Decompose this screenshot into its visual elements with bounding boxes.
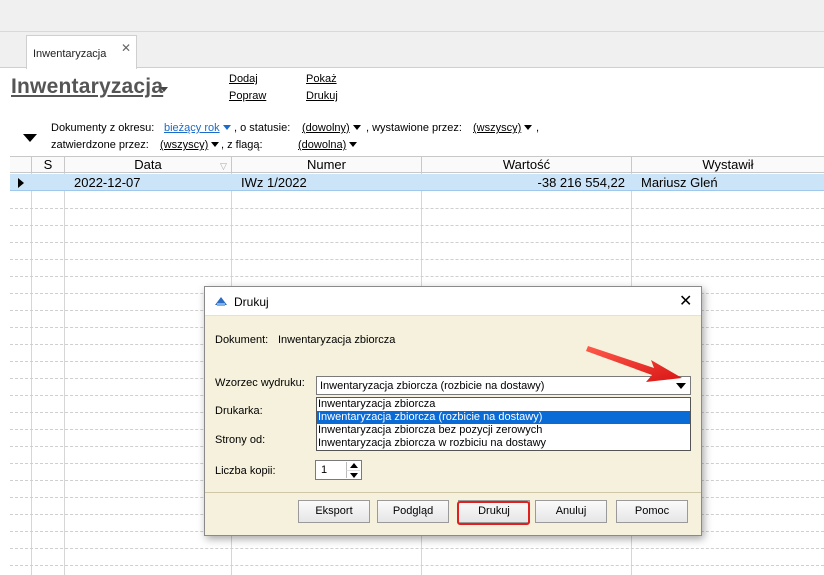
empty-table-row — [10, 566, 824, 575]
tab-inwentaryzacja[interactable]: Inwentaryzacja ✕ — [26, 35, 137, 69]
grid-header: S Data ▽ Numer Wartość Wystawił — [10, 156, 824, 173]
status-dropdown[interactable]: (dowolny) — [302, 122, 361, 134]
annotation-arrow-icon — [586, 346, 682, 382]
approved-label: zatwierdzone przez: — [51, 139, 149, 151]
page-title[interactable]: Inwentaryzacja — [11, 75, 163, 99]
chevron-down-icon — [349, 142, 358, 147]
collapse-filters-icon[interactable] — [23, 134, 37, 142]
issued-dropdown[interactable]: (wszyscy) — [473, 122, 533, 134]
decrement-icon[interactable] — [346, 470, 360, 478]
dialog-title: Drukuj — [234, 295, 269, 309]
empty-table-row — [10, 226, 824, 243]
print-button[interactable]: Drukuj — [458, 500, 530, 523]
copies-stepper[interactable]: 1 — [315, 460, 362, 480]
document-value: Inwentaryzacja zbiorcza — [278, 334, 396, 346]
empty-table-row — [10, 260, 824, 277]
empty-table-row — [10, 549, 824, 566]
app-icon — [215, 297, 227, 306]
column-header-date[interactable]: Data — [64, 157, 231, 173]
cell-number: IWz 1/2022 — [241, 175, 307, 190]
flag-value: (dowolna) — [298, 139, 347, 151]
print-link[interactable]: Drukuj — [306, 90, 338, 102]
chevron-down-icon — [352, 125, 361, 130]
status-value: (dowolny) — [302, 122, 350, 134]
empty-table-row — [10, 192, 824, 209]
column-header-s[interactable]: S — [31, 157, 64, 173]
printer-label: Drukarka: — [215, 405, 263, 417]
edit-link[interactable]: Popraw — [229, 90, 266, 102]
help-button[interactable]: Pomoc — [616, 500, 688, 523]
template-label: Wzorzec wydruku: — [215, 377, 305, 389]
template-selected-value: Inwentaryzacja zbiorcza (rozbicie na dos… — [320, 380, 545, 392]
template-dropdown-list[interactable]: Inwentaryzacja zbiorcza Inwentaryzacja z… — [316, 397, 691, 451]
close-icon[interactable]: ✕ — [679, 291, 692, 311]
filter-comma: , — [536, 122, 540, 134]
chevron-down-icon — [222, 125, 231, 130]
document-label: Dokument: — [215, 334, 269, 346]
flag-dropdown[interactable]: (dowolna) — [298, 139, 358, 151]
template-option[interactable]: Inwentaryzacja zbiorcza — [317, 398, 690, 411]
cell-value: -38 216 554,22 — [537, 175, 625, 190]
column-header-number[interactable]: Numer — [231, 157, 421, 173]
title-dropdown-caret-icon[interactable] — [160, 87, 168, 92]
chevron-down-icon — [211, 142, 220, 147]
status-label: , o statusie: — [234, 122, 291, 134]
copies-value: 1 — [321, 464, 328, 476]
dialog-titlebar[interactable]: Drukuj ✕ — [205, 287, 701, 316]
period-dropdown[interactable]: bieżący rok — [164, 122, 231, 134]
pages-label: Strony od: — [215, 434, 266, 446]
increment-icon[interactable] — [346, 462, 360, 470]
print-dialog: Drukuj ✕ Dokument: Inwentaryzacja zbiorc… — [204, 286, 702, 536]
copies-label: Liczba kopii: — [215, 465, 276, 477]
window-top-bar — [0, 0, 824, 32]
preview-button[interactable]: Podgląd — [377, 500, 449, 523]
tab-label: Inwentaryzacja — [33, 48, 107, 60]
cancel-button[interactable]: Anuluj — [535, 500, 607, 523]
empty-table-row — [10, 243, 824, 260]
close-tab-icon[interactable]: ✕ — [121, 41, 131, 55]
flag-label: , z flagą: — [221, 139, 263, 151]
cell-issued-by: Mariusz Gleń — [641, 175, 718, 190]
cell-s — [32, 174, 64, 191]
empty-table-row — [10, 209, 824, 226]
period-value: bieżący rok — [164, 122, 220, 134]
template-option[interactable]: Inwentaryzacja zbiorcza bez pozycji zero… — [317, 424, 690, 437]
template-option[interactable]: Inwentaryzacja zbiorcza w rozbiciu na do… — [317, 437, 690, 450]
period-label: Dokumenty z okresu: — [51, 122, 155, 134]
column-header-issued-by[interactable]: Wystawił — [631, 157, 824, 173]
approved-dropdown[interactable]: (wszyscy) — [160, 139, 220, 151]
table-row[interactable]: 2022-12-07 IWz 1/2022 -38 216 554,22 Mar… — [10, 174, 824, 191]
export-button[interactable]: Eksport — [298, 500, 370, 523]
issued-label: , wystawione przez: — [366, 122, 462, 134]
dialog-separator — [205, 492, 701, 493]
sort-indicator-icon: ▽ — [220, 161, 227, 171]
column-header-value[interactable]: Wartość — [421, 157, 631, 173]
current-row-icon — [18, 178, 24, 188]
show-link[interactable]: Pokaż — [306, 73, 337, 85]
chevron-down-icon — [524, 125, 533, 130]
add-link[interactable]: Dodaj — [229, 73, 258, 85]
tab-strip: Inwentaryzacja ✕ — [0, 32, 824, 69]
template-option-selected[interactable]: Inwentaryzacja zbiorcza (rozbicie na dos… — [317, 411, 690, 424]
issued-value: (wszyscy) — [473, 122, 522, 134]
approved-value: (wszyscy) — [160, 139, 209, 151]
cell-date: 2022-12-07 — [74, 175, 141, 190]
